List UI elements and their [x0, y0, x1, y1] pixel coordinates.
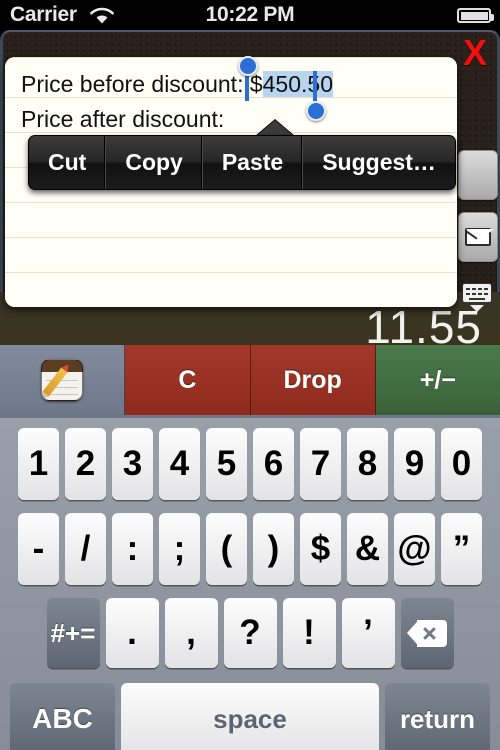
keyboard-row-symbols: - / : ; ( ) $ & @ ”: [0, 513, 500, 585]
iphone-screen: Carrier 10:22 PM 11.55 X Price before di…: [0, 0, 500, 750]
keyboard-dismiss-arrow: [470, 305, 484, 312]
key-comma[interactable]: ,: [164, 598, 218, 668]
key-hyphen[interactable]: -: [18, 513, 59, 585]
keyboard-top-divider: [0, 415, 500, 418]
notes-pencil-icon: [41, 359, 84, 401]
key-dollar[interactable]: $: [300, 513, 341, 585]
selected-text[interactable]: 450.50: [262, 71, 333, 97]
edit-menu-item-suggest[interactable]: Suggest…: [303, 136, 455, 189]
note-text[interactable]: Price before discount: $450.50 Price aft…: [21, 67, 441, 137]
key-paren-close[interactable]: ): [253, 513, 294, 585]
status-bar: Carrier 10:22 PM: [0, 0, 500, 30]
key-2[interactable]: 2: [65, 428, 106, 500]
selection-end-handle[interactable]: [306, 101, 326, 121]
sign-toggle-button[interactable]: +/−: [375, 345, 500, 415]
key-period[interactable]: .: [105, 598, 159, 668]
close-icon[interactable]: X: [458, 35, 492, 72]
key-7[interactable]: 7: [300, 428, 341, 500]
keyboard-row-numbers: 1 2 3 4 5 6 7 8 9 0: [0, 428, 500, 500]
selection-start-handle[interactable]: [238, 56, 258, 76]
key-apostrophe[interactable]: ’: [341, 598, 395, 668]
key-1[interactable]: 1: [18, 428, 59, 500]
key-5[interactable]: 5: [206, 428, 247, 500]
battery-icon: [457, 8, 494, 23]
edit-menu-item-cut[interactable]: Cut: [29, 136, 107, 189]
note-line-1-prefix: Price before discount: $: [21, 71, 263, 97]
keyboard-dismiss-icon: [462, 283, 492, 303]
keyboard-row-punctuation: #+= . , ? ! ’: [0, 598, 500, 668]
selection-end-bar: [313, 71, 317, 101]
key-slash[interactable]: /: [65, 513, 106, 585]
key-semicolon[interactable]: ;: [159, 513, 200, 585]
key-backspace[interactable]: [400, 598, 454, 668]
key-3[interactable]: 3: [112, 428, 153, 500]
key-colon[interactable]: :: [112, 513, 153, 585]
key-9[interactable]: 9: [394, 428, 435, 500]
key-return[interactable]: return: [385, 683, 490, 750]
clear-button[interactable]: C: [125, 345, 251, 415]
note-line-1: Price before discount: $450.50: [21, 71, 333, 97]
keyboard-dismiss-button[interactable]: [462, 283, 492, 312]
envelope-icon: [465, 228, 491, 246]
key-more-symbols[interactable]: #+=: [46, 598, 100, 668]
key-abc[interactable]: ABC: [10, 683, 115, 750]
backspace-icon: [407, 619, 447, 647]
edit-menu-item-copy[interactable]: Copy: [106, 136, 203, 189]
clock-label: 10:22 PM: [205, 3, 295, 26]
notes-button[interactable]: [0, 345, 126, 415]
edit-menu-item-paste[interactable]: Paste: [203, 136, 304, 189]
key-question[interactable]: ?: [223, 598, 277, 668]
mail-note-button[interactable]: [458, 212, 498, 262]
app-toolbar: C Drop +/−: [0, 345, 500, 415]
key-paren-open[interactable]: (: [206, 513, 247, 585]
key-6[interactable]: 6: [253, 428, 294, 500]
key-4[interactable]: 4: [159, 428, 200, 500]
key-exclaim[interactable]: !: [282, 598, 336, 668]
numeric-symbol-keyboard: 1 2 3 4 5 6 7 8 9 0 - / : ; ( ) $ & @ ” …: [0, 415, 500, 750]
key-space[interactable]: space: [121, 683, 379, 750]
edit-menu[interactable]: Cut Copy Paste Suggest…: [28, 135, 456, 190]
key-quote-double[interactable]: ”: [441, 513, 482, 585]
note-side-button-top[interactable]: [458, 150, 498, 200]
key-ampersand[interactable]: &: [347, 513, 388, 585]
key-0[interactable]: 0: [441, 428, 482, 500]
note-line-2: Price after discount:: [21, 106, 225, 132]
drop-button[interactable]: Drop: [250, 345, 376, 415]
keyboard-row-bottom: ABC space return: [0, 683, 500, 750]
key-8[interactable]: 8: [347, 428, 388, 500]
key-at[interactable]: @: [394, 513, 435, 585]
